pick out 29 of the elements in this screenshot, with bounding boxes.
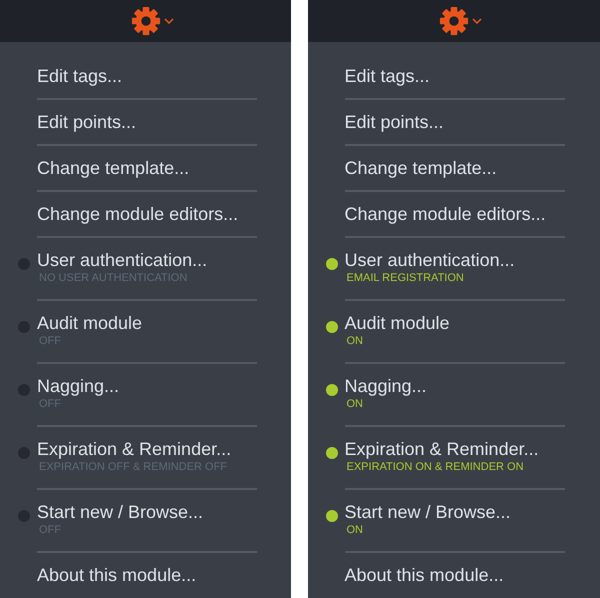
- menu-item[interactable]: Change template...: [344, 157, 497, 179]
- status-text: ON: [346, 397, 363, 411]
- menu-item[interactable]: Nagging...: [344, 375, 427, 397]
- menu-item[interactable]: Expiration & Reminder...: [37, 438, 232, 460]
- menu-item[interactable]: Change template...: [37, 157, 190, 179]
- caret-icon: [472, 18, 482, 24]
- menu-item[interactable]: Edit tags...: [37, 65, 122, 87]
- menu-item[interactable]: Edit points...: [344, 111, 444, 133]
- menu-item[interactable]: Audit module: [344, 312, 450, 334]
- menu-item[interactable]: Edit tags...: [344, 65, 430, 87]
- status-text: ON: [346, 523, 363, 537]
- menu-item[interactable]: User authentication...: [344, 249, 515, 271]
- menu-item[interactable]: Change module editors...: [37, 203, 238, 225]
- settings-icon: [439, 6, 470, 36]
- caret-icon: [164, 18, 174, 24]
- menu-item[interactable]: Edit points...: [37, 111, 136, 133]
- menu-item[interactable]: Start new / Browse...: [37, 501, 204, 523]
- settings-icon: [130, 6, 161, 36]
- status-text: EXPIRATION ON & REMINDER ON: [346, 460, 524, 474]
- menu-item[interactable]: Expiration & Reminder...: [344, 438, 539, 460]
- menu-item[interactable]: Nagging...: [37, 375, 120, 397]
- menu-item[interactable]: About this module...: [344, 564, 504, 586]
- menu-item[interactable]: Start new / Browse...: [344, 501, 511, 523]
- menu-item[interactable]: User authentication...: [37, 249, 208, 271]
- menu-item[interactable]: About this module...: [37, 564, 196, 586]
- status-text: ON: [346, 334, 363, 348]
- status-text: EMAIL REGISTRATION: [346, 271, 464, 285]
- menu-item[interactable]: Audit module: [37, 312, 142, 334]
- menu-item[interactable]: Change module editors...: [344, 203, 546, 225]
